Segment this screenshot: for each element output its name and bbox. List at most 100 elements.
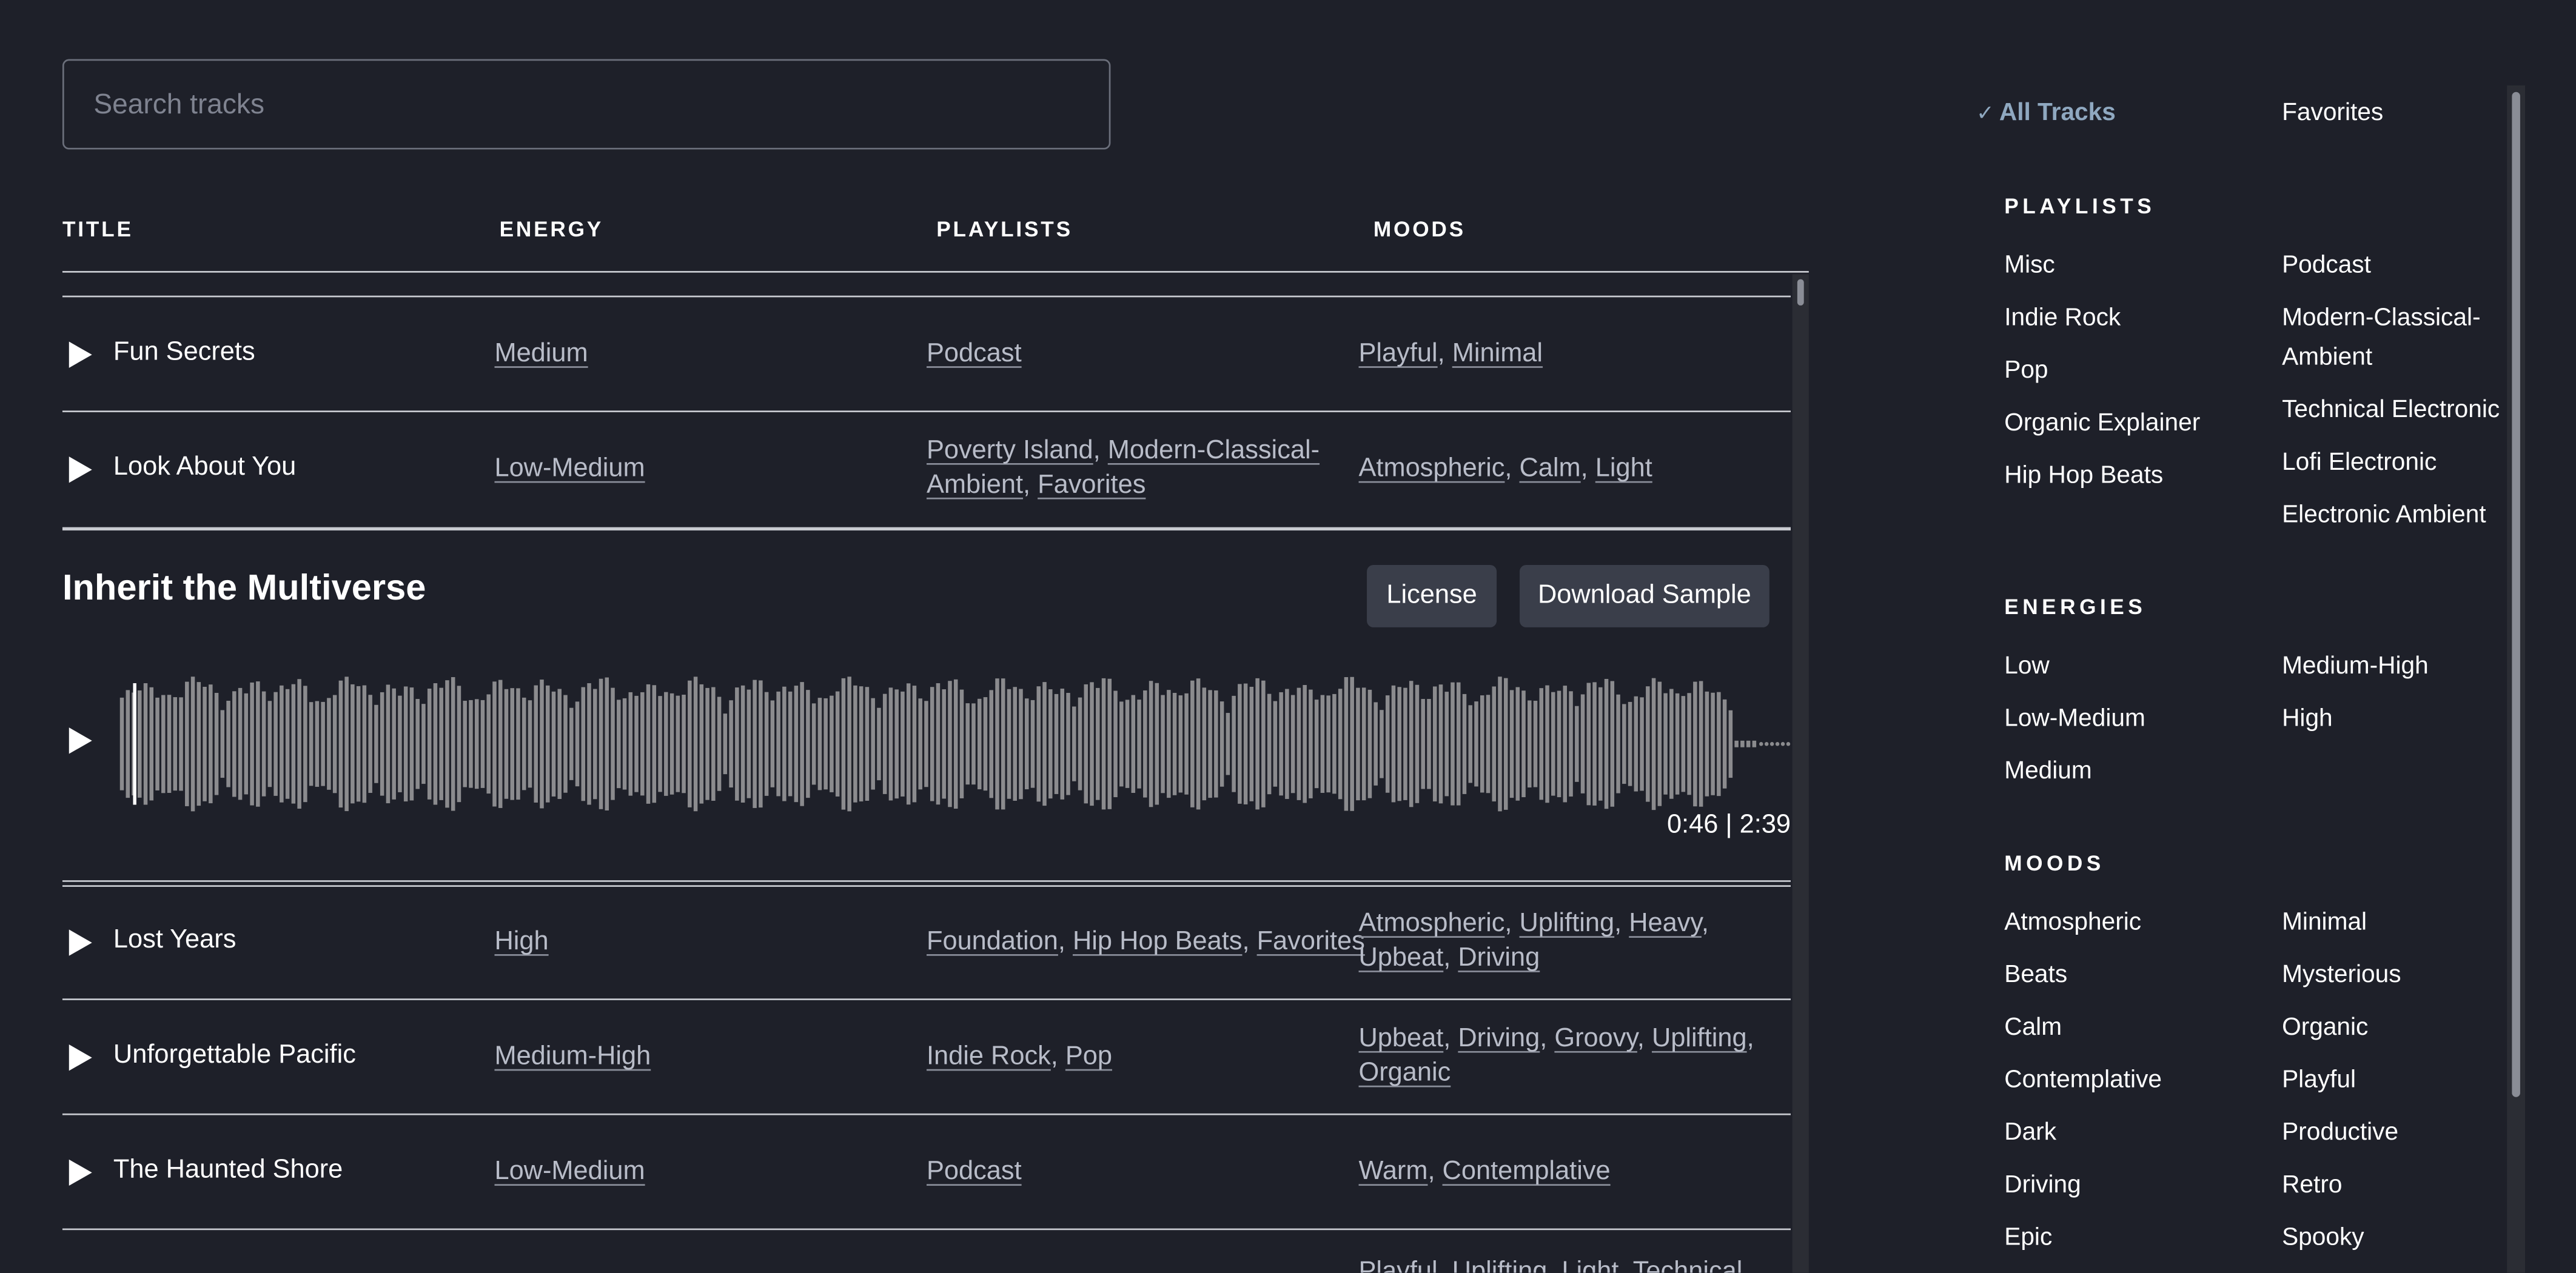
filter-favorites[interactable]: Favorites xyxy=(2282,99,2383,127)
playlist-link[interactable]: Favorites xyxy=(1038,472,1145,500)
mood-link[interactable]: Calm xyxy=(1520,455,1581,483)
moods-cell: Playful, Minimal xyxy=(1358,339,1543,368)
sidebar-mood[interactable]: Epic xyxy=(2004,1218,2052,1258)
waveform-bar xyxy=(1290,695,1295,794)
playlist-link[interactable]: Indie Rock xyxy=(927,1043,1051,1071)
column-header-playlists[interactable]: PLAYLISTS xyxy=(936,217,1073,242)
sidebar-playlist[interactable]: Technical Electronic xyxy=(2282,391,2500,430)
play-icon[interactable] xyxy=(69,929,92,956)
column-header-title[interactable]: TITLE xyxy=(62,217,133,242)
waveform-bar xyxy=(930,687,934,801)
mood-link[interactable]: Warm xyxy=(1359,1158,1428,1186)
waveform-bar xyxy=(179,697,183,791)
sidebar-energy[interactable]: Low xyxy=(2004,647,2050,686)
mood-link[interactable]: Groovy xyxy=(1554,1025,1637,1053)
sidebar-mood[interactable]: Calm xyxy=(2004,1008,2062,1047)
play-icon[interactable] xyxy=(69,1159,92,1186)
energy-link[interactable]: Low-Medium xyxy=(494,1158,645,1186)
play-icon[interactable] xyxy=(69,341,92,368)
sidebar-mood[interactable]: Organic xyxy=(2282,1008,2368,1047)
mood-link[interactable]: Driving xyxy=(1458,944,1540,972)
sidebar-mood[interactable]: Driving xyxy=(2004,1166,2081,1206)
playlist-link[interactable]: Foundation xyxy=(927,928,1058,956)
waveform-scrubber[interactable] xyxy=(115,677,1794,812)
energy-link[interactable]: High xyxy=(494,928,548,956)
sidebar-playlist[interactable]: Pop xyxy=(2004,352,2048,391)
sidebar-playlist[interactable]: Hip Hop Beats xyxy=(2004,456,2163,496)
energy-link[interactable]: Medium xyxy=(494,340,588,368)
waveform-bar xyxy=(1356,687,1360,801)
table-row[interactable]: Look About You Low-Medium Poverty Island… xyxy=(62,412,1791,527)
mood-link[interactable]: Heavy xyxy=(1629,910,1702,938)
column-header-energy[interactable]: ENERGY xyxy=(500,217,604,242)
playlists-heading: PLAYLISTS xyxy=(2004,193,2156,219)
sidebar-energy[interactable]: Medium-High xyxy=(2282,647,2429,686)
table-scrollbar[interactable] xyxy=(1792,274,1809,1273)
mood-link[interactable]: Uplifting xyxy=(1652,1025,1747,1053)
sidebar-playlist[interactable]: Modern-Classical-Ambient xyxy=(2282,299,2499,378)
sidebar-scrollbar-thumb[interactable] xyxy=(2512,92,2520,1097)
playlist-link[interactable]: Podcast xyxy=(927,340,1022,368)
sidebar-mood[interactable]: Spooky xyxy=(2282,1218,2364,1258)
waveform-bar xyxy=(1427,699,1431,789)
mood-link[interactable]: Organic xyxy=(1359,1059,1451,1087)
sidebar-playlist[interactable]: Podcast xyxy=(2282,246,2371,286)
sidebar-energy[interactable]: High xyxy=(2282,700,2333,739)
sidebar-playlist[interactable]: Electronic Ambient xyxy=(2282,496,2486,535)
sidebar-mood[interactable]: Beats xyxy=(2004,956,2067,995)
playlist-link[interactable]: Podcast xyxy=(927,1158,1022,1186)
sidebar-mood[interactable]: Productive xyxy=(2282,1114,2398,1153)
waveform-bar xyxy=(1326,695,1330,793)
sidebar-mood[interactable]: Minimal xyxy=(2282,903,2367,943)
mood-link[interactable]: Minimal xyxy=(1452,340,1543,368)
mood-link[interactable]: Playful, Uplifting, Light, Technical xyxy=(1359,1258,1743,1272)
mood-link[interactable]: Light xyxy=(1595,455,1652,483)
mood-link[interactable]: Contemplative xyxy=(1443,1158,1611,1186)
sidebar-mood[interactable]: Contemplative xyxy=(2004,1061,2162,1100)
sidebar-mood[interactable]: Dark xyxy=(2004,1114,2056,1153)
playlist-link[interactable]: Hip Hop Beats xyxy=(1073,928,1243,956)
sidebar-playlist[interactable]: Misc xyxy=(2004,246,2055,286)
sidebar-playlist[interactable]: Indie Rock xyxy=(2004,299,2121,338)
play-icon[interactable] xyxy=(69,456,92,483)
table-row[interactable]: Unforgettable Pacific Medium-High Indie … xyxy=(62,1000,1791,1115)
energy-link[interactable]: Medium-High xyxy=(494,1043,651,1071)
sidebar-playlist[interactable]: Organic Explainer xyxy=(2004,404,2200,443)
mood-link[interactable]: Atmospheric xyxy=(1359,910,1505,938)
play-icon[interactable] xyxy=(69,1044,92,1071)
sidebar-mood[interactable]: Mysterious xyxy=(2282,956,2401,995)
mood-link[interactable]: Upbeat xyxy=(1359,1025,1444,1053)
table-row[interactable]: The Haunted Shore Low-Medium Podcast War… xyxy=(62,1115,1791,1231)
playhead-cursor[interactable] xyxy=(133,683,136,805)
sidebar-energy[interactable]: Low-Medium xyxy=(2004,700,2145,739)
mood-link[interactable]: Playful xyxy=(1359,340,1438,368)
player-play-icon[interactable] xyxy=(69,727,92,754)
waveform-bar xyxy=(1196,678,1201,810)
playlist-link[interactable]: Favorites xyxy=(1257,928,1365,956)
table-row[interactable]: Fun Secrets Medium Podcast Playful, Mini… xyxy=(62,297,1791,412)
search-input[interactable]: Search tracks xyxy=(62,59,1111,150)
sidebar-energy[interactable]: Medium xyxy=(2004,752,2092,792)
waveform-bar xyxy=(1332,693,1337,794)
energy-link[interactable]: Low-Medium xyxy=(494,455,645,483)
waveform-bar xyxy=(1084,684,1088,804)
waveform-bar xyxy=(232,691,236,797)
sidebar-playlist[interactable]: Lofi Electronic xyxy=(2282,443,2437,483)
energy-cell: Low-Medium xyxy=(494,452,645,486)
waveform-bar xyxy=(918,698,922,790)
sidebar-mood[interactable]: Atmospheric xyxy=(2004,903,2141,943)
sidebar-mood[interactable]: Retro xyxy=(2282,1166,2342,1206)
mood-link[interactable]: Atmospheric xyxy=(1359,455,1505,483)
playlist-link[interactable]: Poverty Island xyxy=(927,437,1093,465)
table-scrollbar-thumb[interactable] xyxy=(1797,279,1804,306)
mood-link[interactable]: Uplifting xyxy=(1520,910,1615,938)
license-button[interactable]: License xyxy=(1367,564,1497,627)
sidebar-mood[interactable]: Playful xyxy=(2282,1061,2356,1100)
column-header-moods[interactable]: MOODS xyxy=(1374,217,1466,242)
mood-link[interactable]: Upbeat xyxy=(1359,944,1444,972)
table-row[interactable]: Lost Years High Foundation, Hip Hop Beat… xyxy=(62,885,1791,1000)
download-sample-button[interactable]: Download Sample xyxy=(1520,564,1769,627)
mood-link[interactable]: Driving xyxy=(1458,1025,1540,1053)
filter-all-tracks[interactable]: ✓ All Tracks xyxy=(1976,99,2116,127)
playlist-link[interactable]: Pop xyxy=(1065,1043,1112,1071)
